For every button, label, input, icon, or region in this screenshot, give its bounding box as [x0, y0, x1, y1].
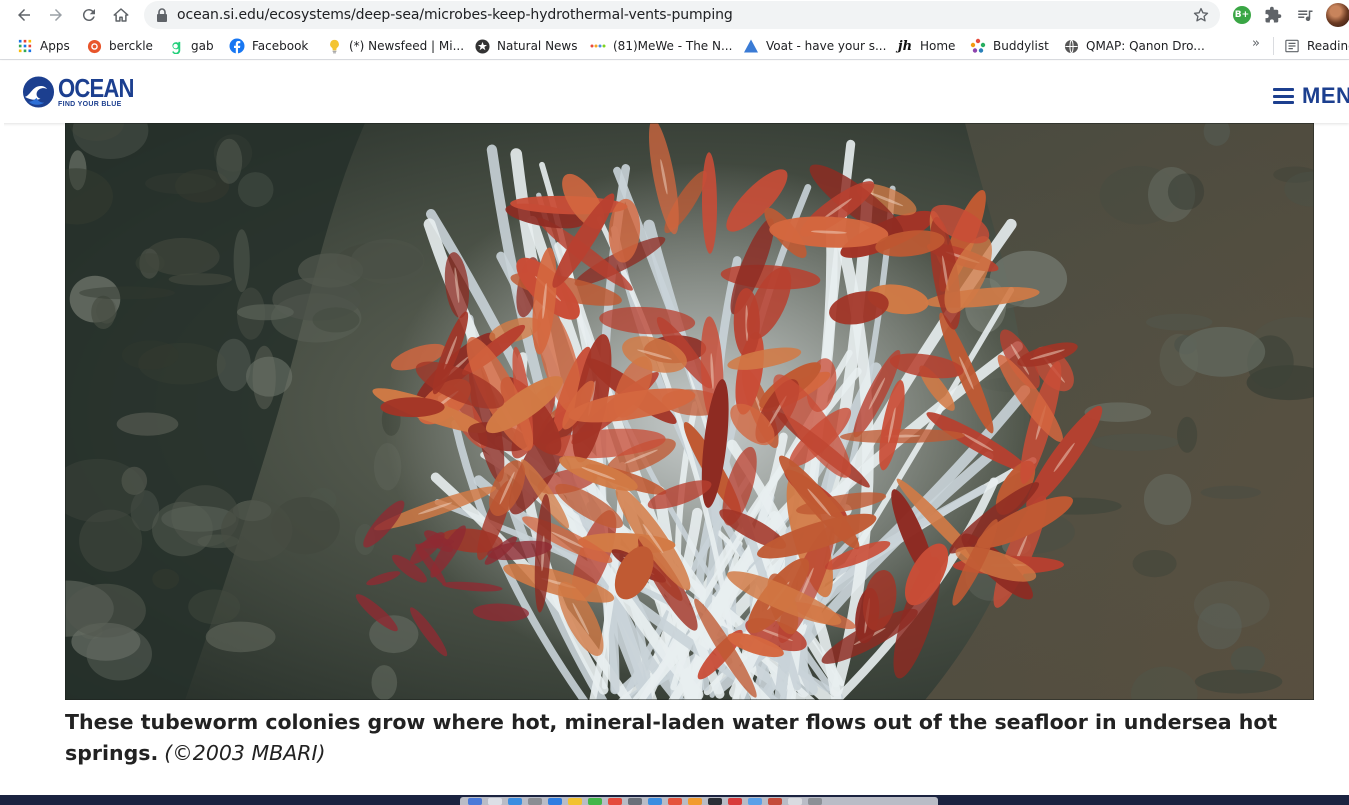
back-button[interactable]	[12, 3, 36, 27]
browser-toolbar: ocean.si.edu/ecosystems/deep-sea/microbe…	[0, 0, 1349, 30]
bookmark-label: Apps	[40, 39, 70, 53]
gab-icon	[168, 38, 184, 54]
bookmark-home[interactable]: jh Home	[897, 36, 956, 56]
buddylist-icon	[970, 38, 986, 54]
bookmark-label: gab	[191, 39, 214, 53]
apps-grid-icon	[17, 38, 33, 54]
bookmark-label: Natural News	[497, 39, 578, 53]
queue-music-icon	[1298, 10, 1313, 22]
extensions-button[interactable]	[1262, 4, 1284, 26]
menu-label: MENU	[1302, 83, 1349, 108]
tubeworm-colony-image	[65, 123, 1314, 700]
bookmarks-divider	[1273, 37, 1274, 55]
site-header: OCEAN FIND YOUR BLUE MENU	[0, 61, 1349, 123]
profile-avatar[interactable]	[1326, 3, 1349, 27]
back-arrow-icon	[18, 9, 30, 21]
bookmark-label: (81)MeWe - The N...	[613, 39, 733, 53]
home-button[interactable]	[109, 3, 133, 27]
forward-button[interactable]	[44, 3, 68, 27]
mewe-icon	[590, 38, 606, 54]
bookmark-label: Home	[920, 39, 956, 53]
jh-icon: jh	[897, 38, 913, 54]
bookmark-label: QMAP: Qanon Dro...	[1086, 39, 1205, 53]
bookmark-facebook[interactable]: Facebook	[229, 36, 308, 56]
bookmark-berckle[interactable]: berckle	[86, 36, 153, 56]
media-queue-button[interactable]	[1294, 4, 1316, 26]
bookmark-natural-news[interactable]: Natural News	[474, 36, 578, 56]
forward-arrow-icon	[50, 9, 62, 21]
more-bookmarks-button[interactable]: »	[1252, 36, 1260, 51]
bookmark-label: Reading	[1307, 39, 1349, 53]
bookmarks-bar: Apps berckle gab Facebook (*) Newsfeed |…	[0, 32, 1349, 60]
puzzle-icon	[1265, 6, 1282, 23]
tubeworm-photo	[65, 123, 1314, 700]
globe-icon	[1063, 38, 1079, 54]
menu-button[interactable]: MENU	[1273, 83, 1349, 109]
reload-icon	[82, 9, 95, 22]
bookmark-gab[interactable]: gab	[168, 36, 214, 56]
voat-icon	[743, 38, 759, 54]
bookmark-label: Facebook	[252, 39, 309, 53]
bplus-icon: B+	[1233, 6, 1251, 24]
reading-list-icon	[1284, 38, 1300, 54]
hamburger-icon	[1273, 88, 1294, 104]
logo-wordmark: OCEAN	[58, 73, 134, 103]
lock-icon	[157, 8, 167, 22]
page-left-edge	[0, 123, 4, 795]
lightbulb-icon	[326, 38, 342, 54]
home-icon	[113, 8, 129, 22]
bookmark-star-icon[interactable]	[1192, 6, 1210, 24]
bookmark-newsfeed[interactable]: (*) Newsfeed | Mi...	[326, 36, 464, 56]
bookmark-apps[interactable]: Apps	[17, 36, 70, 56]
bookmark-voat[interactable]: Voat - have your s...	[743, 36, 886, 56]
address-bar[interactable]: ocean.si.edu/ecosystems/deep-sea/microbe…	[144, 1, 1220, 29]
os-dock	[460, 797, 938, 805]
bookmark-label: berckle	[109, 39, 153, 53]
wave-logo-icon	[22, 76, 55, 108]
bookmark-label: (*) Newsfeed | Mi...	[349, 39, 465, 53]
bookmark-qmap[interactable]: QMAP: Qanon Dro...	[1063, 36, 1205, 56]
bookmark-buddylist[interactable]: Buddylist	[970, 36, 1049, 56]
natural-news-icon	[474, 38, 490, 54]
reload-button[interactable]	[77, 3, 101, 27]
berckle-icon	[86, 38, 102, 54]
bookmark-mewe[interactable]: (81)MeWe - The N...	[590, 36, 732, 56]
url-text: ocean.si.edu/ecosystems/deep-sea/microbe…	[177, 7, 733, 23]
ocean-logo[interactable]: OCEAN FIND YOUR BLUE	[22, 75, 147, 109]
photo-caption: These tubeworm colonies grow where hot, …	[65, 707, 1315, 769]
bookmark-label: Voat - have your s...	[766, 39, 887, 53]
facebook-icon	[229, 38, 245, 54]
bookmark-reading-list[interactable]: Reading	[1284, 36, 1349, 56]
extension-bplus[interactable]: B+	[1231, 4, 1253, 26]
photo-credit: (©2003 MBARI)	[164, 741, 326, 765]
bookmark-label: Buddylist	[993, 39, 1049, 53]
